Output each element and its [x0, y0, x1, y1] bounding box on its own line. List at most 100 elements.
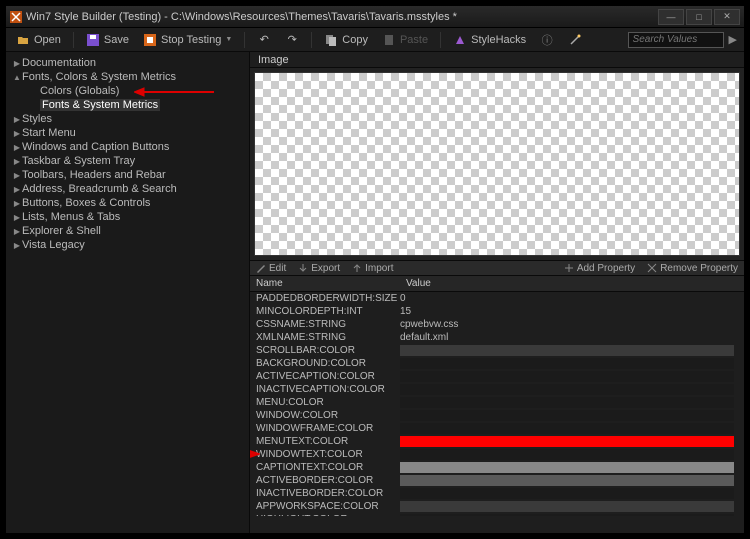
- property-name: WINDOWFRAME:COLOR: [250, 423, 400, 434]
- tree-item-label: Styles: [22, 113, 52, 125]
- property-row[interactable]: ACTIVECAPTION:COLOR: [250, 370, 744, 383]
- export-icon: [298, 263, 308, 273]
- property-table-body[interactable]: PADDEDBORDERWIDTH:SIZE0MINCOLORDEPTH:INT…: [250, 292, 744, 516]
- tree-item[interactable]: ▶Taskbar & System Tray: [8, 154, 247, 168]
- open-button[interactable]: Open: [10, 31, 67, 49]
- copy-button[interactable]: Copy: [318, 31, 374, 49]
- toolbar: Open Save Stop Testing ▼ ↶ ↷ Copy Paste …: [6, 28, 744, 52]
- stop-testing-button[interactable]: Stop Testing ▼: [137, 31, 238, 49]
- property-value[interactable]: [400, 345, 744, 356]
- property-value[interactable]: default.xml: [400, 332, 744, 343]
- property-value[interactable]: cpwebvw.css: [400, 319, 744, 330]
- redo-button[interactable]: ↷: [279, 31, 305, 49]
- property-value[interactable]: [400, 358, 744, 369]
- property-value[interactable]: [400, 514, 744, 516]
- add-property-button[interactable]: Add Property: [558, 263, 641, 274]
- property-value[interactable]: [400, 384, 744, 395]
- tree-item-label: Windows and Caption Buttons: [22, 141, 169, 153]
- tree-item-label: Start Menu: [22, 127, 76, 139]
- paste-icon: [382, 33, 396, 47]
- property-value[interactable]: [400, 462, 744, 473]
- color-swatch: [400, 475, 734, 486]
- property-name: BACKGROUND:COLOR: [250, 358, 400, 369]
- tree-item-label: Address, Breadcrumb & Search: [22, 183, 177, 195]
- property-value[interactable]: [400, 449, 744, 460]
- property-value[interactable]: [400, 371, 744, 382]
- tree-item-label: Buttons, Boxes & Controls: [22, 197, 150, 209]
- property-row[interactable]: MENUTEXT:COLOR: [250, 435, 744, 448]
- property-row[interactable]: PADDEDBORDERWIDTH:SIZE0: [250, 292, 744, 305]
- maximize-button[interactable]: □: [686, 9, 712, 25]
- tree-item[interactable]: ▲Fonts, Colors & System Metrics: [8, 70, 247, 84]
- property-row[interactable]: INACTIVECAPTION:COLOR: [250, 383, 744, 396]
- property-value[interactable]: [400, 436, 744, 447]
- property-row[interactable]: INACTIVEBORDER:COLOR: [250, 487, 744, 500]
- expand-arrow-icon: ▶: [12, 143, 22, 152]
- expand-arrow-icon: ▶: [12, 213, 22, 222]
- property-value[interactable]: 0: [400, 293, 744, 304]
- tree-item[interactable]: ▶Styles: [8, 112, 247, 126]
- property-name: INACTIVECAPTION:COLOR: [250, 384, 400, 395]
- property-row[interactable]: XMLNAME:STRINGdefault.xml: [250, 331, 744, 344]
- property-value[interactable]: [400, 501, 744, 512]
- property-row[interactable]: APPWORKSPACE:COLOR: [250, 500, 744, 513]
- tree-item[interactable]: ▶Windows and Caption Buttons: [8, 140, 247, 154]
- search-input[interactable]: [628, 32, 724, 48]
- property-value[interactable]: 15: [400, 306, 744, 317]
- export-button[interactable]: Export: [292, 263, 346, 274]
- stylehacks-icon: [453, 33, 467, 47]
- tree-item[interactable]: ▶Buttons, Boxes & Controls: [8, 196, 247, 210]
- tree-item[interactable]: ▶Vista Legacy: [8, 238, 247, 252]
- property-row[interactable]: WINDOW:COLOR: [250, 409, 744, 422]
- tree-item[interactable]: Fonts & System Metrics: [8, 98, 247, 112]
- property-row[interactable]: WINDOWFRAME:COLOR: [250, 422, 744, 435]
- undo-button[interactable]: ↶: [251, 31, 277, 49]
- import-button[interactable]: Import: [346, 263, 399, 274]
- color-swatch: [400, 501, 734, 512]
- save-button[interactable]: Save: [80, 31, 135, 49]
- close-button[interactable]: ✕: [714, 9, 740, 25]
- wand-button[interactable]: [562, 31, 588, 49]
- col-header-value[interactable]: Value: [400, 276, 744, 291]
- property-value[interactable]: [400, 423, 744, 434]
- color-swatch: [400, 397, 734, 408]
- image-tab[interactable]: Image: [250, 52, 744, 68]
- tree-item[interactable]: Colors (Globals): [8, 84, 247, 98]
- tree-item-label: Colors (Globals): [40, 85, 119, 97]
- tree-item[interactable]: ▶Explorer & Shell: [8, 224, 247, 238]
- property-row[interactable]: HIGHLIGHT:COLOR: [250, 513, 744, 516]
- stylehacks-button[interactable]: StyleHacks: [447, 31, 532, 49]
- col-header-name[interactable]: Name: [250, 276, 400, 291]
- property-row[interactable]: CSSNAME:STRINGcpwebvw.css: [250, 318, 744, 331]
- copy-icon: [324, 33, 338, 47]
- titlebar[interactable]: Win7 Style Builder (Testing) - C:\Window…: [6, 6, 744, 28]
- property-value[interactable]: [400, 475, 744, 486]
- property-row[interactable]: ACTIVEBORDER:COLOR: [250, 474, 744, 487]
- tree-item[interactable]: ▶Start Menu: [8, 126, 247, 140]
- edit-icon: [256, 263, 266, 273]
- tree-item[interactable]: ▶Lists, Menus & Tabs: [8, 210, 247, 224]
- property-row[interactable]: BACKGROUND:COLOR: [250, 357, 744, 370]
- property-row[interactable]: MENU:COLOR: [250, 396, 744, 409]
- minimize-button[interactable]: —: [658, 9, 684, 25]
- edit-button[interactable]: Edit: [250, 263, 292, 274]
- tree-item[interactable]: ▶Toolbars, Headers and Rebar: [8, 168, 247, 182]
- property-row[interactable]: CAPTIONTEXT:COLOR: [250, 461, 744, 474]
- color-swatch: [400, 488, 734, 499]
- redo-icon: ↷: [285, 33, 299, 47]
- property-row[interactable]: MINCOLORDEPTH:INT15: [250, 305, 744, 318]
- property-value[interactable]: [400, 410, 744, 421]
- property-row[interactable]: WINDOWTEXT:COLOR: [250, 448, 744, 461]
- property-value[interactable]: [400, 397, 744, 408]
- search-go-button[interactable]: ▶: [726, 31, 740, 48]
- tree-item[interactable]: ▶Address, Breadcrumb & Search: [8, 182, 247, 196]
- property-row[interactable]: SCROLLBAR:COLOR: [250, 344, 744, 357]
- color-swatch: [400, 449, 734, 460]
- tree-item[interactable]: ▶Documentation: [8, 56, 247, 70]
- expand-arrow-icon: ▶: [12, 185, 22, 194]
- property-value[interactable]: [400, 488, 744, 499]
- tree-item-label: Taskbar & System Tray: [22, 155, 135, 167]
- remove-property-button[interactable]: Remove Property: [641, 263, 744, 274]
- help-button[interactable]: ⓘ: [534, 31, 560, 49]
- property-name: CSSNAME:STRING: [250, 319, 400, 330]
